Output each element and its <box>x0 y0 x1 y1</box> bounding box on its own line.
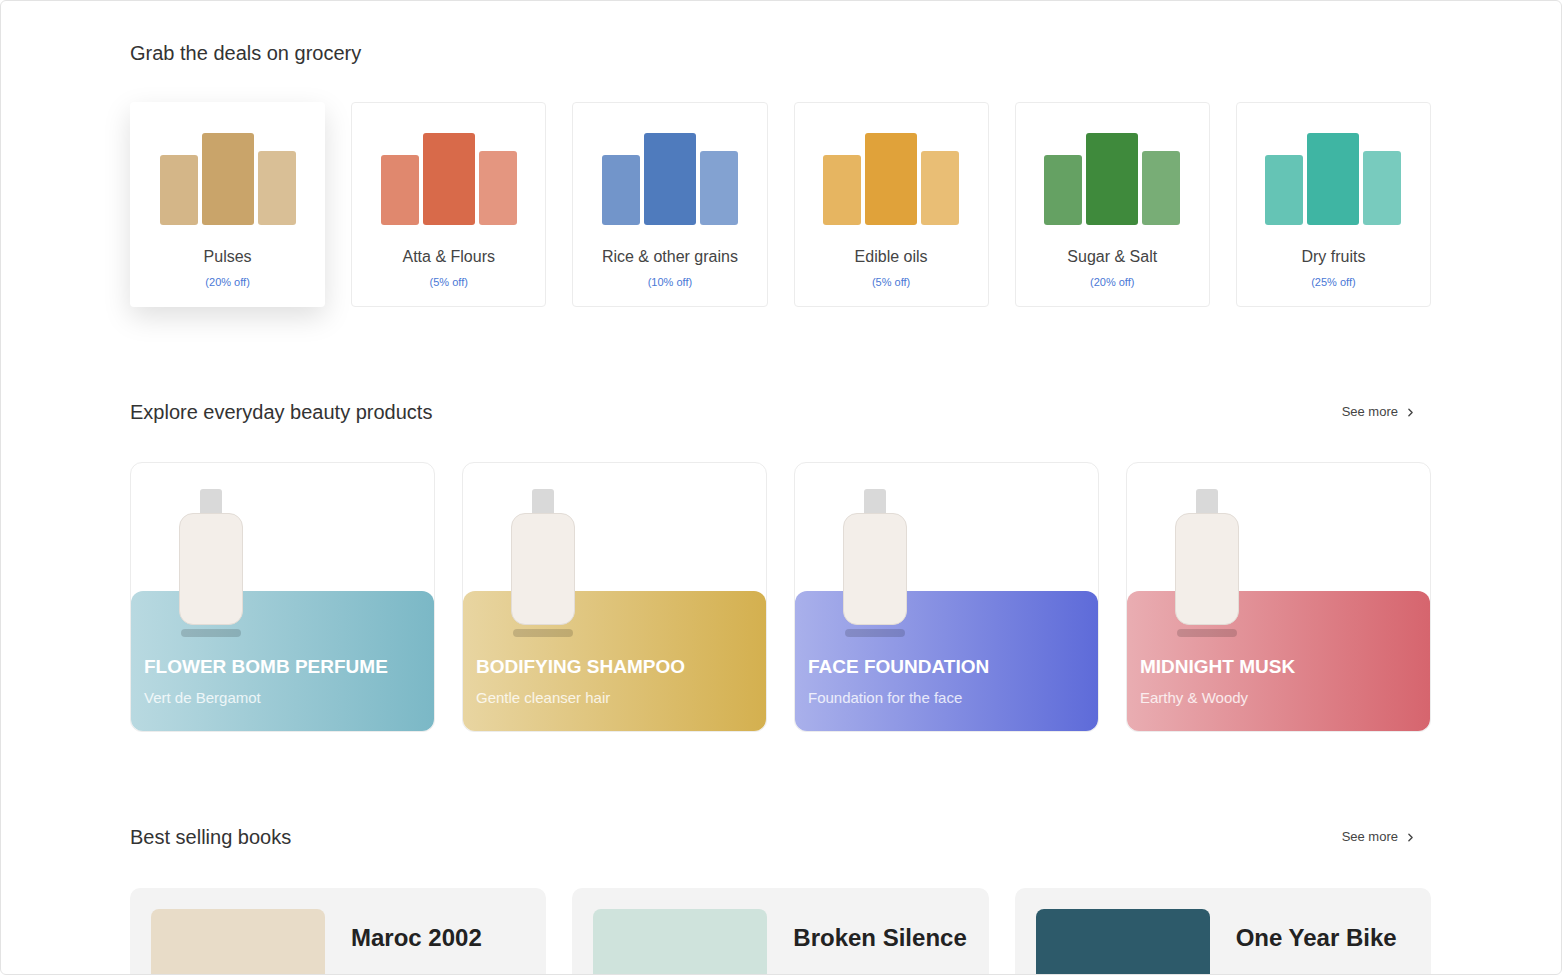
product-image <box>381 129 517 225</box>
product-image <box>1044 129 1180 225</box>
grocery-card[interactable]: Rice & other grains (10% off) <box>572 102 767 307</box>
section-header: Best selling books See more <box>130 825 1431 849</box>
grocery-discount: (25% off) <box>1311 275 1355 289</box>
beauty-panel: FACE FOUNDATION Foundation for the face <box>795 591 1098 731</box>
product-image <box>823 129 959 225</box>
book-title: Maroc 2002 <box>351 923 482 953</box>
beauty-card[interactable]: FLOWER BOMB PERFUME Vert de Bergamot <box>130 462 435 732</box>
beauty-title: MIDNIGHT MUSK <box>1140 655 1420 679</box>
see-more-link[interactable]: See more <box>1342 402 1417 422</box>
beauty-title: BODIFYING SHAMPOO <box>476 655 756 679</box>
grocery-card[interactable]: Atta & Flours (5% off) <box>351 102 546 307</box>
grocery-name: Atta & Flours <box>397 247 501 267</box>
chevron-right-icon <box>1404 406 1417 419</box>
beauty-card[interactable]: BODIFYING SHAMPOO Gentle cleanser hair <box>462 462 767 732</box>
grocery-discount: (5% off) <box>430 275 468 289</box>
beauty-title: FLOWER BOMB PERFUME <box>144 655 424 679</box>
grocery-name: Sugar & Salt <box>1061 247 1163 267</box>
content: Grab the deals on grocery Pulses (20% off)… <box>130 1 1431 975</box>
beauty-panel: MIDNIGHT MUSK Earthy & Woody <box>1127 591 1430 731</box>
beauty-card[interactable]: MIDNIGHT MUSK Earthy & Woody <box>1126 462 1431 732</box>
beauty-subtitle: Gentle cleanser hair <box>476 689 756 707</box>
beauty-card[interactable]: FACE FOUNDATION Foundation for the face <box>794 462 1099 732</box>
book-title: Broken Silence <box>793 923 966 953</box>
product-image <box>1265 129 1401 225</box>
beauty-section: Explore everyday beauty products See more… <box>130 400 1431 732</box>
section-heading: Explore everyday beauty products <box>130 400 432 424</box>
see-more-link[interactable]: See more <box>1342 827 1417 847</box>
beauty-subtitle: Earthy & Woody <box>1140 689 1420 707</box>
product-image <box>1167 489 1247 637</box>
grocery-name: Rice & other grains <box>596 247 744 267</box>
beauty-panel: BODIFYING SHAMPOO Gentle cleanser hair <box>463 591 766 731</box>
page: Grab the deals on grocery Pulses (20% off)… <box>0 0 1562 975</box>
grocery-card[interactable]: Sugar & Salt (20% off) <box>1015 102 1210 307</box>
book-cover <box>151 909 325 975</box>
grocery-discount: (20% off) <box>205 275 249 289</box>
grocery-card[interactable]: Dry fruits (25% off) <box>1236 102 1431 307</box>
books-section: Best selling books See more Maroc 2002 Brok… <box>130 825 1431 975</box>
grocery-discount: (10% off) <box>648 275 692 289</box>
section-header: Grab the deals on grocery <box>130 41 1431 65</box>
section-heading: Best selling books <box>130 825 291 849</box>
beauty-subtitle: Vert de Bergamot <box>144 689 424 707</box>
product-image <box>835 489 915 637</box>
beauty-subtitle: Foundation for the face <box>808 689 1088 707</box>
book-cover <box>1036 909 1210 975</box>
grocery-card[interactable]: Pulses (20% off) <box>130 102 325 307</box>
product-image <box>160 129 296 225</box>
product-image <box>602 129 738 225</box>
book-card[interactable]: Maroc 2002 <box>130 888 546 975</box>
book-cover <box>593 909 767 975</box>
product-image <box>171 489 251 637</box>
beauty-grid: FLOWER BOMB PERFUME Vert de Bergamot BODIF… <box>130 462 1431 732</box>
grocery-name: Dry fruits <box>1295 247 1371 267</box>
grocery-name: Pulses <box>198 247 258 267</box>
books-grid: Maroc 2002 Broken Silence One Year Bike <box>130 888 1431 975</box>
book-title: One Year Bike <box>1236 923 1397 953</box>
grocery-discount: (20% off) <box>1090 275 1134 289</box>
book-card[interactable]: Broken Silence <box>572 888 988 975</box>
beauty-panel: FLOWER BOMB PERFUME Vert de Bergamot <box>131 591 434 731</box>
grocery-card[interactable]: Edible oils (5% off) <box>794 102 989 307</box>
grocery-discount: (5% off) <box>872 275 910 289</box>
grocery-name: Edible oils <box>849 247 934 267</box>
beauty-title: FACE FOUNDATION <box>808 655 1088 679</box>
grocery-grid: Pulses (20% off) Atta & Flours (5% off) Rice… <box>130 102 1431 307</box>
product-image <box>503 489 583 637</box>
grocery-section: Grab the deals on grocery Pulses (20% off)… <box>130 41 1431 307</box>
book-card[interactable]: One Year Bike <box>1015 888 1431 975</box>
section-header: Explore everyday beauty products See more <box>130 400 1431 424</box>
chevron-right-icon <box>1404 831 1417 844</box>
section-heading: Grab the deals on grocery <box>130 41 361 65</box>
